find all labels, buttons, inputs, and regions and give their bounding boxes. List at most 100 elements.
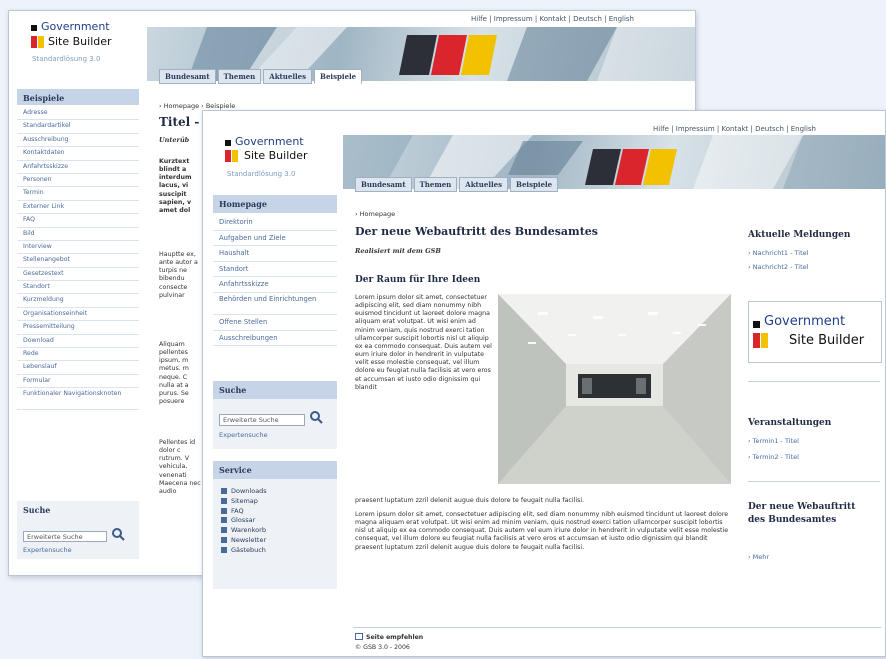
sidebar-item-11[interactable]: Interview [17,241,139,255]
news-item-1[interactable]: › Nachricht1 - Titel [748,249,808,257]
top-nav-english[interactable]: English [609,15,634,23]
service-item-4[interactable]: Glossar [221,516,267,526]
logo-yellow-bar [38,36,44,48]
top-nav-imprint[interactable]: Impressum [676,125,715,133]
service-item-3[interactable]: FAQ [221,507,267,517]
tab-aktuelles[interactable]: Aktuelles [459,177,509,192]
sidebar-item-17[interactable]: Pressemitteilung [17,321,139,335]
top-nav-english[interactable]: English [791,125,816,133]
sidebar-item-8[interactable]: Ausschreibungen [213,331,337,347]
teaser-text: Kurztext blindt a interdum lacus, vi sus… [159,158,192,214]
cart-icon [221,527,227,534]
sitemap-icon [221,497,227,504]
tab-bundesamt[interactable]: Bundesamt [355,177,412,192]
page-title: Der neue Webauftritt des Bundesamtes [355,225,598,238]
expert-search-link[interactable]: Expertensuche [23,546,72,554]
service-item-label: Sitemap [231,496,258,505]
service-item-5[interactable]: Warenkorb [221,526,267,536]
top-nav-help[interactable]: Hilfe [471,15,487,23]
service-item-label: Glossar [231,516,256,525]
sidebar-item-3[interactable]: Ausschreibung [17,134,139,148]
sidebar-item-15[interactable]: Kurzmeldung [17,294,139,308]
hall-photo-graphic [498,294,731,484]
main-tabs: Bundesamt Themen Aktuelles Beispiele [355,177,559,192]
sidebar-item-2[interactable]: Standardartikel [17,120,139,134]
sidebar-item-10[interactable]: Bild [17,228,139,241]
top-nav-imprint[interactable]: Impressum [494,15,533,23]
event-item-1[interactable]: › Termin1 - Titel [748,437,799,445]
sidebar-item-12[interactable]: Stellenangebot [17,254,139,268]
sidebar-item-20[interactable]: Lebenslauf [17,361,139,375]
sidebar-item-6[interactable]: Personen [17,174,139,188]
sidebar-item-14[interactable]: Standort [17,281,139,295]
tab-beispiele[interactable]: Beispiele [510,177,559,192]
service-item-label: Warenkorb [231,526,266,535]
tab-bundesamt[interactable]: Bundesamt [159,69,216,84]
sidebar-item-19[interactable]: Rede [17,348,139,362]
sidebar-item-2[interactable]: Aufgaben und Ziele [213,231,337,247]
service-list: Downloads Sitemap FAQ Glossar Warenkorb Newsl… [221,487,267,556]
sidebar-item-5[interactable]: Anfahrtsskizze [213,277,337,293]
version-label: Standardlösung 3.0 [32,55,101,63]
service-item-7[interactable]: Gästebuch [221,546,267,556]
recommend-page-label: Seite empfehlen [366,634,424,641]
logo-square-icon [31,25,37,31]
promo-more-link[interactable]: › Mehr [748,553,769,561]
mail-icon [355,633,363,640]
sidebar-item-6[interactable]: Behörden und Einrichtungen [213,293,337,315]
tab-aktuelles[interactable]: Aktuelles [263,69,313,84]
tab-beispiele[interactable]: Beispiele [314,69,363,84]
sidebar-title: Homepage [213,195,337,213]
sidebar-item-1[interactable]: Adresse [17,107,139,121]
service-item-label: Downloads [231,487,267,495]
service-item-6[interactable]: Newsletter [221,536,267,546]
top-nav-contact[interactable]: Kontakt [721,125,748,133]
search-icon[interactable] [309,410,323,424]
service-item-2[interactable]: Sitemap [221,497,267,507]
top-nav-contact[interactable]: Kontakt [539,15,566,23]
sidebar-item-7[interactable]: Termin [17,187,139,201]
version-label: Standardlösung 3.0 [227,170,296,178]
sidebar-item-4[interactable]: Standort [213,262,337,278]
sidebar-item-21[interactable]: Formular [17,375,139,389]
tab-themen[interactable]: Themen [217,69,262,84]
gsb-banner-box[interactable]: Government Site Builder [748,301,882,363]
sidebar-item-16[interactable]: Organisationseinheit [17,308,139,322]
service-item-label: FAQ [231,506,244,515]
sidebar-item-9[interactable]: FAQ [17,214,139,228]
service-item-label: Gästebuch [231,545,266,554]
search-input[interactable]: Erweiterte Suche [23,531,107,542]
main-text-2: Aliquam pellentes ipsum, m metus. m nequ… [159,341,189,406]
copyright: © GSB 3.0 - 2006 [355,644,410,651]
top-nav: Hilfe | Impressum | Kontakt | Deutsch | … [471,15,634,23]
sidebar-item-3[interactable]: Haushalt [213,246,337,262]
expert-search-link[interactable]: Expertensuche [219,431,268,439]
sidebar-item-4[interactable]: Kontaktdaten [17,147,139,161]
sidebar-item-5[interactable]: Anfahrtsskizze [17,161,139,174]
top-nav-deutsch[interactable]: Deutsch [755,125,784,133]
service-title: Service [213,461,337,479]
tab-themen[interactable]: Themen [413,177,458,192]
search-input[interactable]: Erweiterte Suche [219,414,305,426]
service-item-1[interactable]: Downloads [221,487,267,497]
banner-red-bar [753,333,760,348]
recommend-page-link[interactable]: Seite empfehlen [355,633,423,641]
sidebar-item-8[interactable]: Externer Link [17,201,139,215]
news-item-2[interactable]: › Nachricht2 - Titel [748,263,808,271]
top-nav-help[interactable]: Hilfe [653,125,669,133]
main-text: Hauptte ex, ante autor a turpis ne biben… [159,251,198,299]
search-icon[interactable] [111,527,125,541]
sidebar-item-22[interactable]: Funktionaler Navigationsknoten [17,388,139,411]
sidebar-item-1[interactable]: Direktorin [213,215,337,231]
divider [748,481,880,482]
event-item-2[interactable]: › Termin2 - Titel [748,453,799,461]
intro-paragraph: Lorem ipsum dolor sit amet, consectetuer… [355,294,492,391]
top-nav-deutsch[interactable]: Deutsch [573,15,602,23]
sidebar-item-18[interactable]: Download [17,335,139,349]
logo-square-icon [753,321,760,328]
sidebar-item-7[interactable]: Offene Stellen [213,315,337,331]
sidebar-item-13[interactable]: Gesetzestext [17,268,139,282]
service-item-label: Newsletter [231,535,267,544]
faq-icon [221,507,227,514]
logo-government-text: Government [235,135,304,148]
